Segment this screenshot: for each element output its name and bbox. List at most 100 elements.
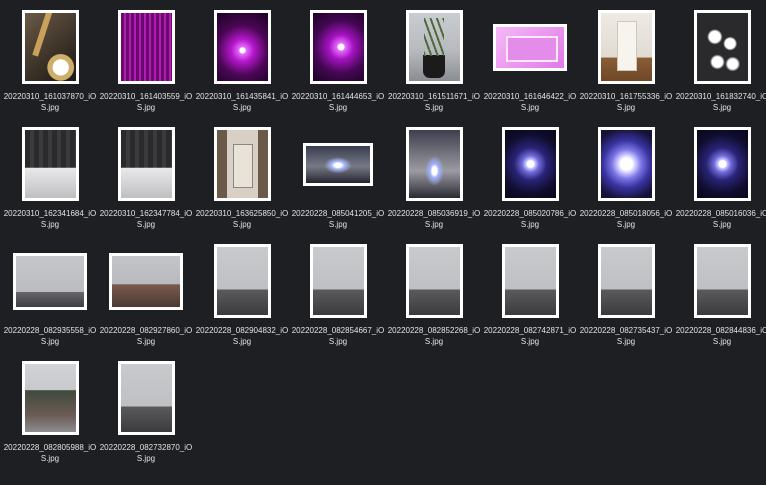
file-thumbnail[interactable]: [693, 127, 751, 201]
file-name-label[interactable]: 20220310_162341684_iOS.jpg: [2, 208, 98, 230]
thumbnail-container: [98, 10, 194, 84]
file-name-label[interactable]: 20220228_082732870_iOS.jpg: [98, 442, 194, 464]
file-thumbnail[interactable]: [405, 127, 463, 201]
file-name-label[interactable]: 20220228_082805988_iOS.jpg: [2, 442, 98, 464]
file-item[interactable]: 20220310_161755336_iOS.jpg: [578, 10, 674, 120]
thumbnail-container: [98, 361, 194, 435]
file-item[interactable]: 20220228_082852268_iOS.jpg: [386, 244, 482, 354]
thumbnail-container: [674, 10, 766, 84]
thumbnail-image: [504, 247, 556, 315]
file-thumbnail[interactable]: [117, 10, 175, 84]
file-item[interactable]: 20220310_161444653_iOS.jpg: [290, 10, 386, 120]
thumbnail-container: [290, 244, 386, 318]
file-thumbnail[interactable]: [597, 127, 655, 201]
file-thumbnail[interactable]: [405, 244, 463, 318]
thumbnail-image: [408, 247, 460, 315]
file-thumbnail[interactable]: [109, 252, 183, 310]
file-item[interactable]: 20220228_082805988_iOS.jpg: [2, 361, 98, 471]
file-name-label[interactable]: 20220228_082844836_iOS.jpg: [674, 325, 766, 347]
file-item[interactable]: 20220228_082904832_iOS.jpg: [194, 244, 290, 354]
file-name-label[interactable]: 20220228_082735437_iOS.jpg: [578, 325, 674, 347]
file-thumbnail[interactable]: [213, 127, 271, 201]
file-item[interactable]: 20220228_082844836_iOS.jpg: [674, 244, 766, 354]
file-item[interactable]: 20220228_085036919_iOS.jpg: [386, 127, 482, 237]
thumbnail-container: [482, 10, 578, 84]
file-item[interactable]: 20220228_082735437_iOS.jpg: [578, 244, 674, 354]
thumbnail-image: [408, 13, 460, 81]
file-thumbnail[interactable]: [597, 10, 655, 84]
thumbnail-image: [312, 13, 364, 81]
file-name-label[interactable]: 20220228_085018056_iOS.jpg: [578, 208, 674, 230]
file-item[interactable]: 20220228_082732870_iOS.jpg: [98, 361, 194, 471]
file-name-label[interactable]: 20220228_082904832_iOS.jpg: [194, 325, 290, 347]
file-item[interactable]: 20220228_085041205_iOS.jpg: [290, 127, 386, 237]
file-name-label[interactable]: 20220310_161755336_iOS.jpg: [578, 91, 674, 113]
thumbnail-image: [112, 255, 180, 307]
file-thumbnail[interactable]: [693, 10, 751, 84]
thumbnail-container: [578, 10, 674, 84]
file-thumbnail[interactable]: [303, 142, 373, 186]
file-item[interactable]: 20220228_082742871_iOS.jpg: [482, 244, 578, 354]
file-item[interactable]: 20220310_161403559_iOS.jpg: [98, 10, 194, 120]
file-name-label[interactable]: 20220228_082852268_iOS.jpg: [386, 325, 482, 347]
file-name-label[interactable]: 20220228_085036919_iOS.jpg: [386, 208, 482, 230]
file-name-label[interactable]: 20220228_085041205_iOS.jpg: [290, 208, 386, 230]
thumbnail-image: [120, 13, 172, 81]
file-name-label[interactable]: 20220310_163625850_iOS.jpg: [194, 208, 290, 230]
file-item[interactable]: 20220228_085016036_iOS.jpg: [674, 127, 766, 237]
file-name-label[interactable]: 20220310_161444653_iOS.jpg: [290, 91, 386, 113]
file-item[interactable]: 20220310_162347784_iOS.jpg: [98, 127, 194, 237]
file-name-label[interactable]: 20220310_161037870_iOS.jpg: [2, 91, 98, 113]
file-thumbnail[interactable]: [309, 10, 367, 84]
thumbnail-image: [408, 130, 460, 198]
file-thumbnail[interactable]: [213, 244, 271, 318]
file-thumbnail[interactable]: [405, 10, 463, 84]
file-item[interactable]: 20220310_162341684_iOS.jpg: [2, 127, 98, 237]
file-name-label[interactable]: 20220310_161403559_iOS.jpg: [98, 91, 194, 113]
file-thumbnail[interactable]: [493, 23, 567, 71]
file-name-label[interactable]: 20220310_161435841_iOS.jpg: [194, 91, 290, 113]
file-item[interactable]: 20220310_161832740_iOS.jpg: [674, 10, 766, 120]
file-thumbnail[interactable]: [21, 10, 79, 84]
file-item[interactable]: 20220228_085018056_iOS.jpg: [578, 127, 674, 237]
file-item[interactable]: 20220310_161646422_iOS.jpg: [482, 10, 578, 120]
file-item[interactable]: 20220228_082854667_iOS.jpg: [290, 244, 386, 354]
thumbnail-image: [696, 13, 748, 81]
file-thumbnail[interactable]: [693, 244, 751, 318]
thumbnail-image: [600, 130, 652, 198]
file-thumbnail[interactable]: [309, 244, 367, 318]
file-item[interactable]: 20220228_082935558_iOS.jpg: [2, 244, 98, 354]
file-thumbnail[interactable]: [21, 127, 79, 201]
file-item[interactable]: 20220310_161511671_iOS.jpg: [386, 10, 482, 120]
file-name-label[interactable]: 20220310_161832740_iOS.jpg: [674, 91, 766, 113]
file-item[interactable]: 20220310_161435841_iOS.jpg: [194, 10, 290, 120]
file-thumbnail[interactable]: [213, 10, 271, 84]
file-item[interactable]: 20220228_082927860_iOS.jpg: [98, 244, 194, 354]
thumbnail-image: [504, 130, 556, 198]
file-thumbnail[interactable]: [21, 361, 79, 435]
file-thumbnail[interactable]: [117, 127, 175, 201]
file-name-label[interactable]: 20220228_082935558_iOS.jpg: [2, 325, 98, 347]
file-name-label[interactable]: 20220228_085016036_iOS.jpg: [674, 208, 766, 230]
file-thumbnail[interactable]: [13, 252, 87, 310]
file-name-label[interactable]: 20220310_161646422_iOS.jpg: [482, 91, 578, 113]
file-thumbnail[interactable]: [117, 361, 175, 435]
file-name-label[interactable]: 20220228_082854667_iOS.jpg: [290, 325, 386, 347]
file-name-label[interactable]: 20220228_082927860_iOS.jpg: [98, 325, 194, 347]
file-thumbnail[interactable]: [501, 244, 559, 318]
file-name-label[interactable]: 20220310_161511671_iOS.jpg: [386, 91, 482, 113]
file-item[interactable]: 20220310_161037870_iOS.jpg: [2, 10, 98, 120]
thumbnail-container: [674, 244, 766, 318]
file-name-label[interactable]: 20220228_085020786_iOS.jpg: [482, 208, 578, 230]
file-thumbnail[interactable]: [597, 244, 655, 318]
thumbnail-container: [194, 127, 290, 201]
thumbnail-image: [306, 145, 370, 183]
file-name-label[interactable]: 20220310_162347784_iOS.jpg: [98, 208, 194, 230]
thumbnail-container: [386, 244, 482, 318]
file-thumbnail[interactable]: [501, 127, 559, 201]
file-item[interactable]: 20220228_085020786_iOS.jpg: [482, 127, 578, 237]
thumbnail-image: [496, 26, 564, 68]
file-name-label[interactable]: 20220228_082742871_iOS.jpg: [482, 325, 578, 347]
thumbnail-container: [2, 244, 98, 318]
file-item[interactable]: 20220310_163625850_iOS.jpg: [194, 127, 290, 237]
